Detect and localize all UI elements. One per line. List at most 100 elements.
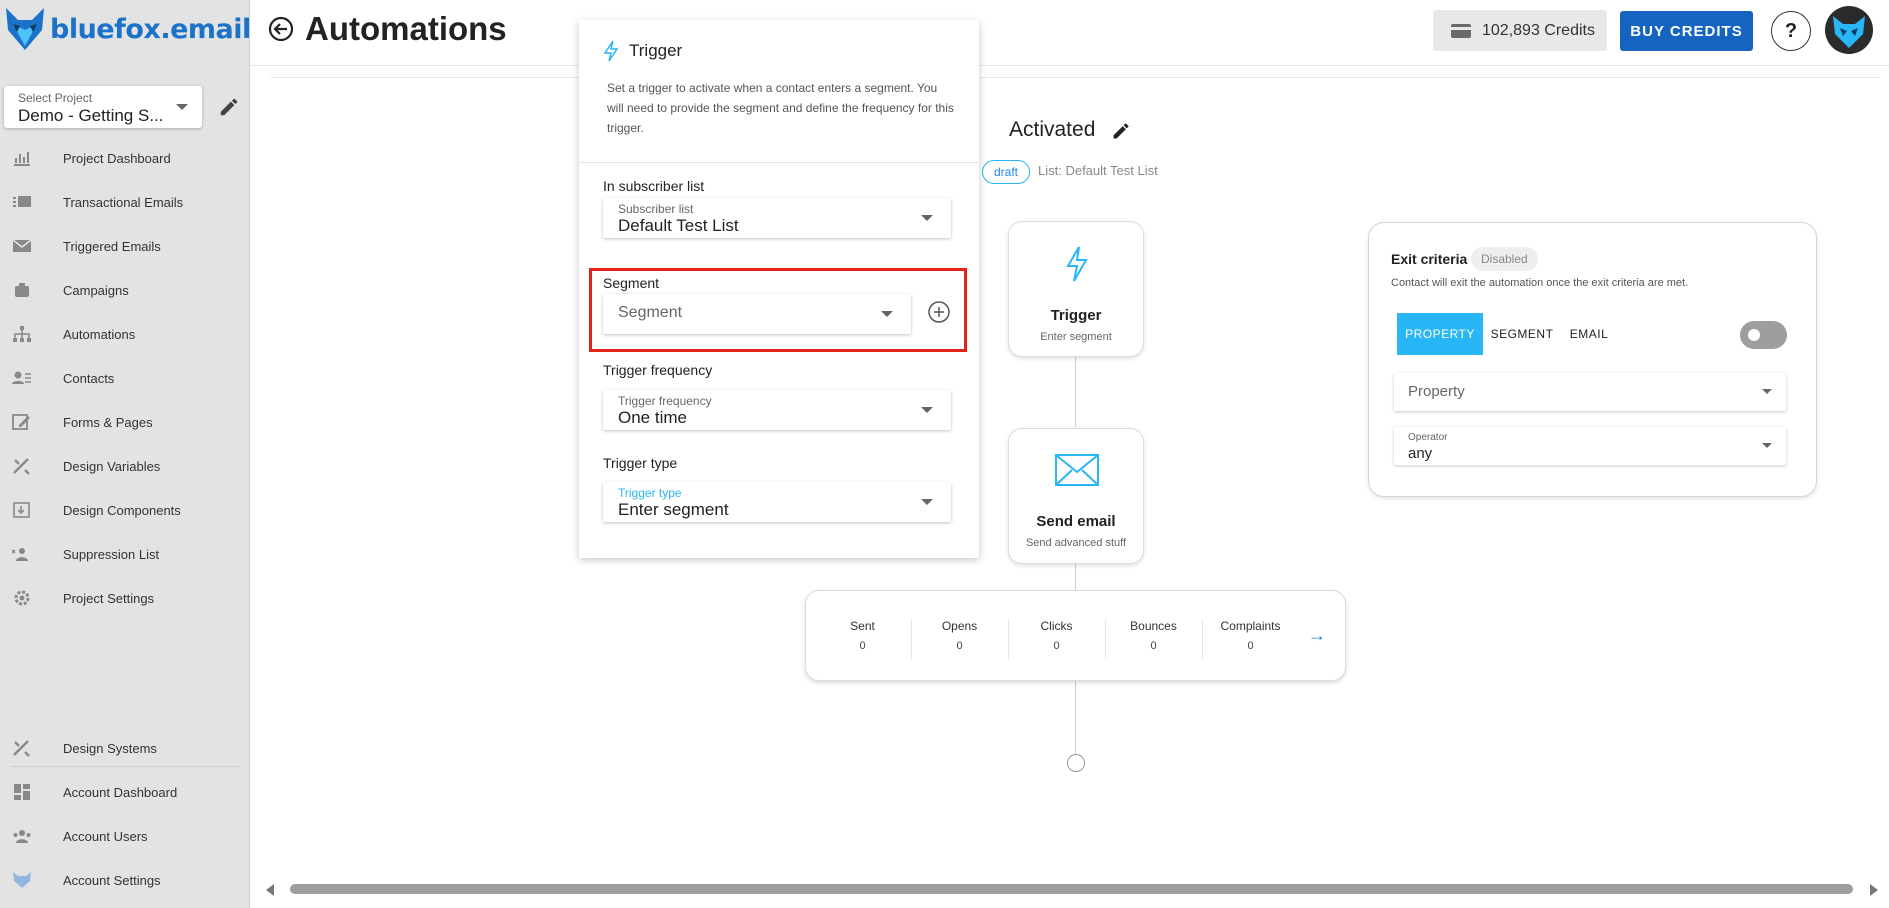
stat-value: 0 — [1053, 640, 1060, 652]
flow-connector — [1075, 357, 1076, 427]
stat-label: Complaints — [1220, 619, 1281, 633]
forms-icon — [12, 414, 30, 430]
sidebar-item-label: Contacts — [63, 370, 115, 386]
credits-count: 102,893 Credits — [1482, 21, 1595, 39]
trigger-frequency-value: One time — [618, 408, 687, 427]
sidebar-item-label: Transactional Emails — [63, 194, 184, 210]
sidebar-item-automations[interactable]: Automations — [0, 314, 250, 354]
sidebar-item-account-settings[interactable]: Account Settings — [0, 860, 250, 900]
stat-label: Clicks — [1040, 619, 1073, 633]
sidebar-item-campaigns[interactable]: Campaigns — [0, 270, 250, 310]
tab-property[interactable]: PROPERTY — [1397, 313, 1483, 355]
stat-opens: Opens 0 — [911, 619, 1008, 652]
sidebar-item-label: Account Dashboard — [63, 784, 178, 800]
sidebar-item-label: Account Settings — [63, 872, 161, 888]
buy-credits-button[interactable]: BUY CREDITS — [1620, 11, 1753, 51]
trigger-frequency-select[interactable]: Trigger frequency One time — [603, 390, 951, 430]
chevron-down-icon — [1762, 443, 1772, 448]
trigger-panel-description: Set a trigger to activate when a contact… — [607, 81, 954, 135]
pencil-icon[interactable] — [1111, 121, 1131, 141]
exit-criteria-status-badge: Disabled — [1471, 247, 1538, 271]
chevron-down-icon — [1762, 389, 1772, 394]
stat-bounces: Bounces 0 — [1105, 619, 1202, 652]
stat-value: 0 — [1150, 640, 1157, 652]
campaign-icon — [15, 283, 29, 297]
project-select[interactable]: Select Project Demo - Getting S... — [4, 86, 202, 128]
chevron-down-icon — [176, 104, 188, 110]
sidebar-item-design-variables[interactable]: Design Variables — [0, 446, 250, 486]
sidebar-item-transactional-emails[interactable]: Transactional Emails — [0, 182, 250, 222]
trigger-type-select[interactable]: Trigger type Enter segment — [603, 482, 951, 522]
send-email-node[interactable]: Send email Send advanced stuff — [1008, 428, 1144, 564]
sidebar-item-label: Design Variables — [63, 458, 161, 474]
sidebar-item-label: Campaigns — [63, 282, 129, 298]
exit-criteria-toggle[interactable] — [1740, 321, 1787, 349]
sidebar-item-label: Forms & Pages — [63, 414, 153, 430]
sidebar-item-suppression-list[interactable]: Suppression List — [0, 534, 250, 574]
stat-sent: Sent 0 — [814, 619, 911, 652]
tab-email[interactable]: EMAIL — [1561, 313, 1617, 355]
flow-end-node[interactable] — [1067, 754, 1085, 772]
operator-select[interactable]: Operator any — [1394, 427, 1786, 465]
canvas-top-divider — [270, 77, 1880, 78]
arrow-right-icon[interactable]: → — [1308, 625, 1326, 646]
sidebar-item-label: Automations — [63, 326, 136, 342]
stat-label: Sent — [850, 619, 875, 633]
back-arrow-icon[interactable] — [268, 16, 294, 42]
toggle-knob — [1748, 329, 1760, 341]
frequency-section-label: Trigger frequency — [603, 362, 713, 378]
trigger-type-label: Trigger type — [618, 486, 682, 500]
sidebar-item-contacts[interactable]: Contacts — [0, 358, 250, 398]
brand-logo[interactable]: bluefox.email — [4, 4, 251, 54]
sidebar-item-account-dashboard[interactable]: Account Dashboard — [0, 772, 250, 812]
chart-icon — [14, 152, 30, 166]
send-email-node-subtitle: Send advanced stuff — [1025, 537, 1127, 549]
list-info: List: Default Test List — [1038, 163, 1158, 178]
mail-icon — [12, 239, 32, 252]
sidebar-item-label: Account Users — [63, 828, 148, 844]
brand-name: bluefox.email — [50, 13, 251, 45]
sidebar-item-project-settings[interactable]: Project Settings — [0, 578, 250, 618]
stat-value: 0 — [956, 640, 963, 652]
horizontal-scrollbar[interactable] — [290, 884, 1853, 894]
credits-display: 102,893 Credits — [1433, 10, 1607, 51]
scroll-left-arrow[interactable] — [266, 884, 274, 896]
status-badge: draft — [982, 160, 1031, 184]
avatar[interactable] — [1825, 6, 1873, 54]
sidebar-item-label: Suppression List — [63, 546, 160, 562]
pencil-icon[interactable] — [218, 96, 240, 118]
help-button[interactable]: ? — [1771, 11, 1811, 51]
send-email-node-title: Send email — [1036, 513, 1116, 530]
trigger-panel-title: Trigger — [629, 41, 683, 60]
mail-icon — [1055, 454, 1099, 486]
dashboard-icon — [14, 784, 30, 800]
gear-icon — [14, 590, 30, 606]
subscriber-list-select[interactable]: Subscriber list Default Test List — [603, 198, 951, 238]
subscriber-section-label: In subscriber list — [603, 178, 705, 194]
operator-value: any — [1408, 445, 1433, 462]
exit-criteria-description: Contact will exit the automation once th… — [1391, 277, 1689, 289]
lightning-icon — [603, 40, 619, 62]
tab-segment[interactable]: SEGMENT — [1485, 313, 1559, 355]
subscriber-list-value: Default Test List — [618, 216, 739, 235]
scroll-right-arrow[interactable] — [1870, 884, 1878, 896]
sidebar-item-triggered-emails[interactable]: Triggered Emails — [0, 226, 250, 266]
exit-criteria-title: Exit criteria — [1391, 251, 1468, 267]
contacts-icon — [12, 371, 31, 384]
sidebar-item-project-dashboard[interactable]: Project Dashboard — [0, 138, 250, 178]
components-icon — [13, 502, 30, 518]
sidebar-item-forms-pages[interactable]: Forms & Pages — [0, 402, 250, 442]
sidebar-item-account-users[interactable]: Account Users — [0, 816, 250, 856]
trigger-node-subtitle: Enter segment — [1040, 331, 1112, 343]
sidebar-item-label: Triggered Emails — [63, 238, 161, 254]
property-select[interactable]: Property — [1394, 373, 1786, 411]
trigger-node[interactable]: Trigger Enter segment — [1008, 221, 1144, 357]
mail-list-icon — [13, 196, 31, 207]
stat-value: 0 — [1247, 640, 1254, 652]
lightning-icon — [1066, 246, 1088, 282]
trigger-node-title: Trigger — [1050, 307, 1102, 324]
sidebar-item-design-systems[interactable]: Design Systems — [0, 728, 250, 768]
sidebar-item-design-components[interactable]: Design Components — [0, 490, 250, 530]
sidebar-item-label: Design Systems — [63, 740, 157, 756]
project-select-value: Demo - Getting S... — [18, 106, 164, 125]
